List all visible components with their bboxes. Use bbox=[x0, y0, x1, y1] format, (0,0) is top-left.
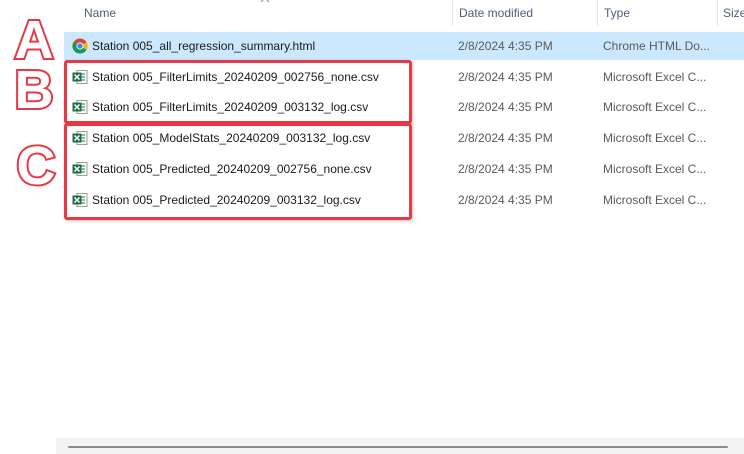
annotation-letter-c: C bbox=[17, 136, 56, 196]
column-header-size[interactable]: Size bbox=[723, 6, 744, 20]
sort-ascending-icon bbox=[260, 0, 270, 3]
column-header: Name Date modified Type Size bbox=[0, 0, 744, 26]
file-date-modified: 2/8/2024 4:35 PM bbox=[458, 100, 553, 114]
column-header-date-modified[interactable]: Date modified bbox=[459, 6, 533, 20]
column-divider[interactable] bbox=[452, 0, 453, 26]
file-type: Microsoft Excel C... bbox=[603, 162, 707, 176]
column-divider[interactable] bbox=[717, 0, 718, 26]
annotation-letters: A B C bbox=[13, 8, 58, 198]
file-type: Chrome HTML Do... bbox=[603, 39, 710, 53]
column-divider[interactable] bbox=[597, 0, 598, 26]
file-type: Microsoft Excel C... bbox=[603, 70, 707, 84]
chrome-icon bbox=[72, 38, 88, 54]
file-row[interactable]: Station 005_all_regression_summary.html … bbox=[64, 32, 744, 60]
column-header-name[interactable]: Name bbox=[84, 6, 116, 20]
file-date-modified: 2/8/2024 4:35 PM bbox=[458, 193, 553, 207]
scrollbar-thumb[interactable] bbox=[68, 446, 728, 448]
file-type: Microsoft Excel C... bbox=[603, 131, 707, 145]
annotation-box-b bbox=[64, 60, 412, 124]
annotation-letter-b: B bbox=[15, 60, 54, 120]
file-date-modified: 2/8/2024 4:35 PM bbox=[458, 39, 553, 53]
file-date-modified: 2/8/2024 4:35 PM bbox=[458, 131, 553, 145]
annotation-box-c bbox=[64, 123, 412, 220]
column-header-type[interactable]: Type bbox=[604, 6, 630, 20]
file-date-modified: 2/8/2024 4:35 PM bbox=[458, 162, 553, 176]
file-date-modified: 2/8/2024 4:35 PM bbox=[458, 70, 553, 84]
file-type: Microsoft Excel C... bbox=[603, 100, 707, 114]
file-name: Station 005_all_regression_summary.html bbox=[92, 39, 316, 53]
file-type: Microsoft Excel C... bbox=[603, 193, 707, 207]
horizontal-scrollbar[interactable] bbox=[56, 438, 744, 454]
